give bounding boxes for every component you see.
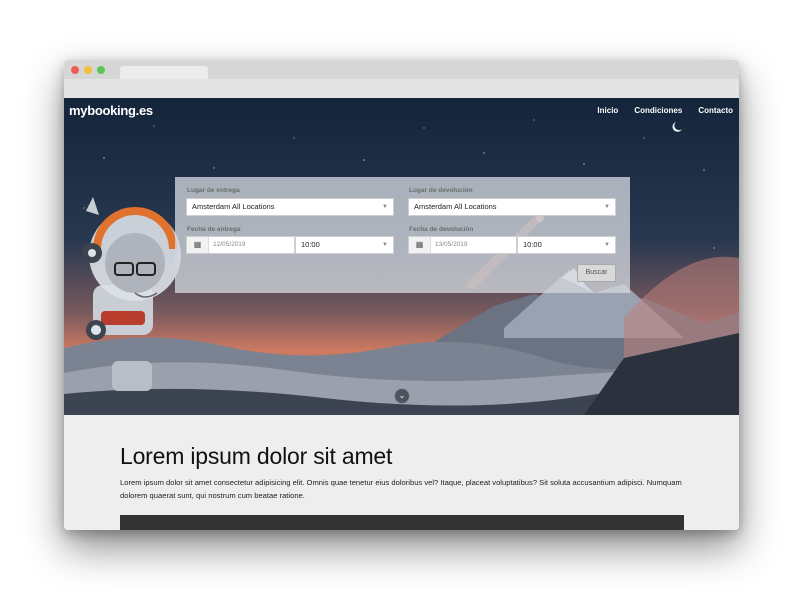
chevron-down-icon: ▼	[604, 204, 610, 210]
content-section: Lorem ipsum dolor sit amet Lorem ipsum d…	[64, 415, 739, 530]
search-button[interactable]: Buscar	[577, 264, 616, 282]
intro-paragraph: Lorem ipsum dolor sit amet consectetur a…	[120, 478, 682, 500]
pickup-date-input[interactable]: ▦ 12/05/2019	[186, 236, 295, 254]
return-place-label: Lugar de devolución	[409, 187, 473, 194]
calendar-icon: ▦	[409, 237, 431, 253]
scroll-down-icon[interactable]: ⌄	[394, 388, 410, 404]
pickup-time-select[interactable]: 10:00 ▼	[295, 236, 394, 254]
return-place-value: Amsterdam All Locations	[414, 202, 497, 211]
booking-form: Lugar de entrega Amsterdam All Locations…	[175, 177, 630, 293]
minimize-window-icon[interactable]	[84, 66, 92, 74]
return-date-label: Fecha de devolución	[409, 226, 474, 233]
nav-link-contacto[interactable]: Contacto	[698, 106, 733, 115]
page-heading: Lorem ipsum dolor sit amet	[120, 443, 393, 469]
browser-window: mybooking.es Inicio Condiciones Contacto…	[64, 60, 739, 530]
hero-banner: mybooking.es Inicio Condiciones Contacto…	[64, 98, 739, 415]
chevron-down-icon: ▼	[604, 242, 610, 248]
return-date-input[interactable]: ▦ 13/05/2019	[408, 236, 517, 254]
close-window-icon[interactable]	[71, 66, 79, 74]
pickup-date-label: Fecha de entrega	[187, 226, 241, 233]
browser-tab[interactable]	[120, 66, 208, 79]
return-place-select[interactable]: Amsterdam All Locations ▼	[408, 198, 616, 216]
return-time-select[interactable]: 10:00 ▼	[517, 236, 616, 254]
dark-content-block	[120, 515, 684, 530]
nav-link-inicio[interactable]: Inicio	[597, 106, 618, 115]
pickup-place-label: Lugar de entrega	[187, 187, 240, 194]
pickup-date-value: 12/05/2019	[213, 241, 246, 248]
chevron-down-icon: ▼	[382, 204, 388, 210]
chevron-down-icon: ▼	[382, 242, 388, 248]
nav-link-condiciones[interactable]: Condiciones	[634, 106, 682, 115]
browser-chrome	[64, 60, 739, 98]
pickup-place-value: Amsterdam All Locations	[192, 202, 275, 211]
maximize-window-icon[interactable]	[97, 66, 105, 74]
pickup-time-value: 10:00	[301, 240, 320, 249]
site-logo[interactable]: mybooking.es	[69, 103, 153, 118]
return-date-value: 13/05/2019	[435, 241, 468, 248]
main-nav: Inicio Condiciones Contacto	[597, 106, 733, 115]
pickup-place-select[interactable]: Amsterdam All Locations ▼	[186, 198, 394, 216]
return-time-value: 10:00	[523, 240, 542, 249]
calendar-icon: ▦	[187, 237, 209, 253]
